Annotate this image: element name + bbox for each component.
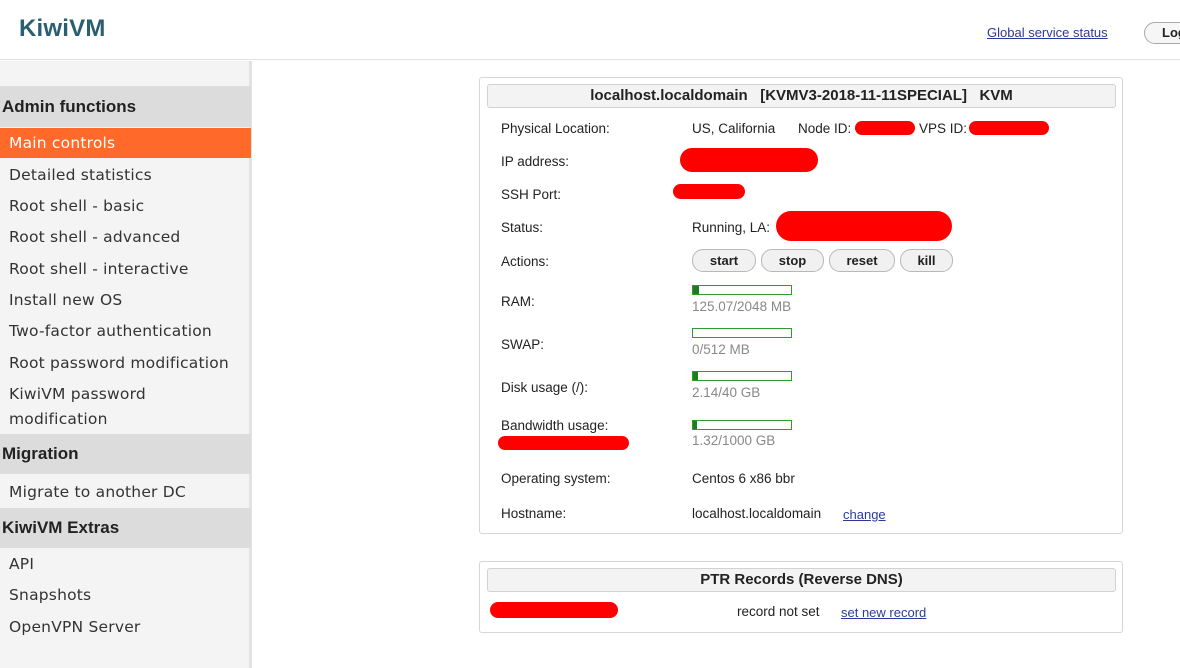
physical-location-label: Physical Location:	[501, 121, 610, 136]
sidebar-item-install-new-os[interactable]: Install new OS	[0, 288, 251, 313]
hostname-change-link[interactable]: change	[843, 507, 886, 522]
sidebar-item-root-shell-interactive[interactable]: Root shell - interactive	[0, 257, 251, 282]
ptr-record-status: record not set	[737, 604, 820, 619]
sidebar-item-kiwivm-password-modification[interactable]: KiwiVM password modification	[0, 382, 170, 432]
ip-address-label: IP address:	[501, 154, 570, 169]
ram-usage-bar	[692, 285, 792, 295]
hostname-label: Hostname:	[501, 506, 567, 521]
ip-address-redaction	[680, 148, 818, 172]
status-label: Status:	[501, 220, 544, 235]
sidebar-section-kiwivm-extras: KiwiVM Extras	[0, 508, 251, 548]
swap-usage-bar	[692, 328, 792, 338]
sidebar-item-main-controls[interactable]: Main controls	[0, 128, 251, 158]
vps-id-redaction	[969, 121, 1049, 135]
physical-location-value: US, California	[692, 121, 776, 136]
swap-value: 0/512 MB	[692, 342, 750, 357]
ram-usage-fill	[693, 286, 699, 294]
global-service-status-link[interactable]: Global service status	[987, 25, 1108, 40]
kill-button[interactable]: kill	[900, 249, 953, 272]
vps-info-panel: localhost.localdomain [KVMV3-2018-11-11S…	[479, 77, 1123, 534]
disk-usage-label: Disk usage (/):	[501, 380, 589, 395]
actions-label: Actions:	[501, 254, 550, 269]
sidebar-item-migrate-to-another-dc[interactable]: Migrate to another DC	[0, 480, 251, 505]
operating-system-label: Operating system:	[501, 471, 611, 486]
vps-info-title: localhost.localdomain [KVMV3-2018-11-11S…	[487, 84, 1116, 108]
ssh-port-label: SSH Port:	[501, 187, 562, 202]
top-bar: KiwiVM Global service status Log	[0, 0, 1180, 60]
bandwidth-redaction	[498, 436, 629, 450]
stop-button[interactable]: stop	[761, 249, 824, 272]
reset-button[interactable]: reset	[829, 249, 895, 272]
kiwivm-logo[interactable]: KiwiVM	[19, 15, 106, 43]
ssh-port-redaction	[673, 184, 745, 199]
sidebar-item-root-shell-basic[interactable]: Root shell - basic	[0, 194, 251, 219]
node-id-redaction	[855, 121, 915, 135]
status-value: Running, LA:	[692, 220, 771, 235]
node-id-label: Node ID:	[798, 121, 852, 136]
sidebar-section-migration: Migration	[0, 434, 251, 474]
bandwidth-usage-label: Bandwidth usage:	[501, 418, 609, 433]
vps-id-label: VPS ID:	[919, 121, 968, 136]
bandwidth-usage-fill	[693, 421, 697, 429]
operating-system-value: Centos 6 x86 bbr	[692, 471, 795, 486]
start-button[interactable]: start	[692, 249, 756, 272]
sidebar-item-detailed-statistics[interactable]: Detailed statistics	[0, 163, 251, 188]
bandwidth-usage-value: 1.32/1000 GB	[692, 433, 776, 448]
hostname-value: localhost.localdomain	[692, 506, 822, 521]
sidebar: Admin functions Main controls Detailed s…	[0, 61, 252, 668]
logout-button[interactable]: Log	[1144, 22, 1180, 44]
bandwidth-usage-bar	[692, 420, 792, 430]
sidebar-item-root-shell-advanced[interactable]: Root shell - advanced	[0, 225, 251, 250]
swap-label: SWAP:	[501, 337, 545, 352]
set-new-record-link[interactable]: set new record	[841, 605, 926, 620]
status-redaction	[776, 211, 952, 241]
sidebar-item-two-factor-authentication[interactable]: Two-factor authentication	[0, 319, 251, 344]
ptr-records-panel: PTR Records (Reverse DNS) record not set…	[479, 561, 1123, 633]
sidebar-section-admin-functions: Admin functions	[0, 86, 251, 127]
disk-usage-bar	[692, 371, 792, 381]
ram-value: 125.07/2048 MB	[692, 299, 792, 314]
sidebar-item-root-password-modification[interactable]: Root password modification	[0, 351, 251, 376]
ptr-records-title: PTR Records (Reverse DNS)	[487, 568, 1116, 592]
sidebar-item-openvpn-server[interactable]: OpenVPN Server	[0, 615, 251, 640]
sidebar-item-snapshots[interactable]: Snapshots	[0, 583, 251, 608]
ptr-ip-redaction	[490, 602, 618, 618]
disk-usage-value: 2.14/40 GB	[692, 385, 761, 400]
sidebar-item-api[interactable]: API	[0, 552, 251, 577]
ram-label: RAM:	[501, 294, 535, 309]
disk-usage-fill	[693, 372, 698, 380]
